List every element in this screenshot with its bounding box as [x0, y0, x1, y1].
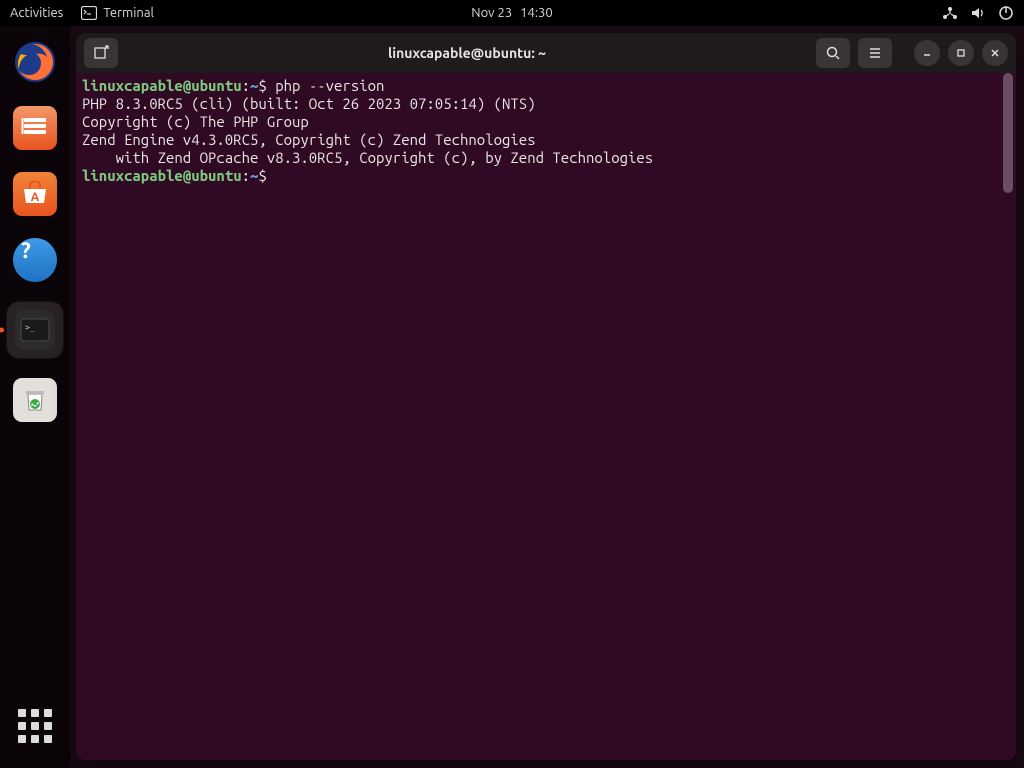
- terminal-app-icon: >_: [15, 310, 55, 350]
- minimize-button[interactable]: [914, 40, 940, 66]
- volume-icon[interactable]: [970, 6, 986, 20]
- terminal-icon: [81, 6, 97, 20]
- gnome-topbar: Activities Terminal Nov 23 14:30: [0, 0, 1024, 26]
- window-title: linuxcapable@ubuntu: ~: [126, 45, 808, 61]
- hamburger-icon: [867, 45, 883, 61]
- dock-item-software[interactable]: A: [11, 170, 59, 218]
- trash-icon: [13, 378, 57, 422]
- active-app-indicator[interactable]: Terminal: [81, 6, 154, 20]
- dock-item-files[interactable]: [11, 104, 59, 152]
- svg-text:A: A: [31, 191, 40, 204]
- show-applications-button[interactable]: [11, 702, 59, 750]
- power-icon[interactable]: [998, 5, 1014, 21]
- new-tab-icon: [93, 45, 109, 61]
- maximize-icon: [955, 47, 967, 59]
- close-icon: [989, 47, 1001, 59]
- dock-item-trash[interactable]: [11, 376, 59, 424]
- network-icon[interactable]: [942, 6, 958, 20]
- close-button[interactable]: [982, 40, 1008, 66]
- date-label: Nov 23: [471, 6, 512, 20]
- dock-item-firefox[interactable]: [11, 38, 59, 86]
- minimize-icon: [921, 47, 933, 59]
- terminal-output[interactable]: linuxcapable@ubuntu:~$ php --versionPHP …: [76, 73, 1016, 760]
- files-icon: [13, 106, 57, 150]
- search-icon: [825, 45, 841, 61]
- software-icon: A: [13, 172, 57, 216]
- scrollbar-thumb[interactable]: [1003, 73, 1013, 193]
- new-tab-button[interactable]: [84, 38, 118, 68]
- hamburger-menu-button[interactable]: [858, 38, 892, 68]
- window-titlebar: linuxcapable@ubuntu: ~: [76, 33, 1016, 73]
- svg-text:?: ?: [21, 238, 31, 263]
- dock: A ? >_: [0, 26, 70, 768]
- dock-item-help[interactable]: ?: [11, 236, 59, 284]
- time-label: 14:30: [520, 6, 553, 20]
- active-app-label: Terminal: [103, 6, 154, 20]
- terminal-scrollbar[interactable]: [1003, 73, 1013, 757]
- terminal-window: linuxcapable@ubuntu: ~ linuxcapable@ubun…: [76, 33, 1016, 760]
- svg-text:>_: >_: [25, 323, 35, 332]
- activities-button[interactable]: Activities: [10, 6, 63, 20]
- help-icon: ?: [13, 238, 57, 282]
- dock-item-terminal[interactable]: >_: [7, 302, 63, 358]
- search-button[interactable]: [816, 38, 850, 68]
- maximize-button[interactable]: [948, 40, 974, 66]
- firefox-icon: [13, 40, 57, 84]
- clock[interactable]: Nov 23 14:30: [471, 6, 552, 20]
